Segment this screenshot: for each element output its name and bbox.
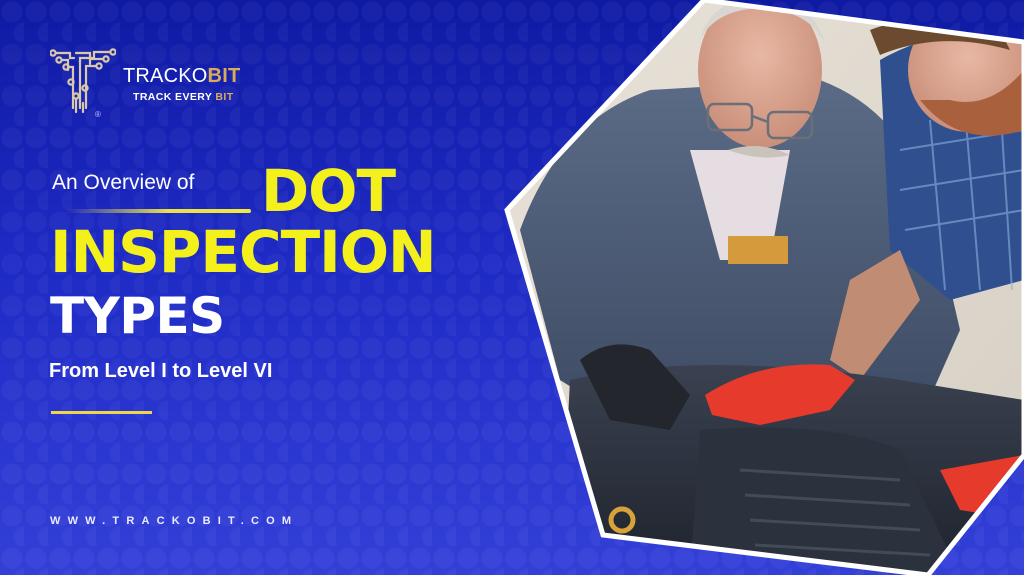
uniform-pocket-orange — [728, 236, 788, 264]
hexagon-photo-frame — [0, 0, 1024, 575]
mechanics-photo — [504, 0, 1024, 575]
